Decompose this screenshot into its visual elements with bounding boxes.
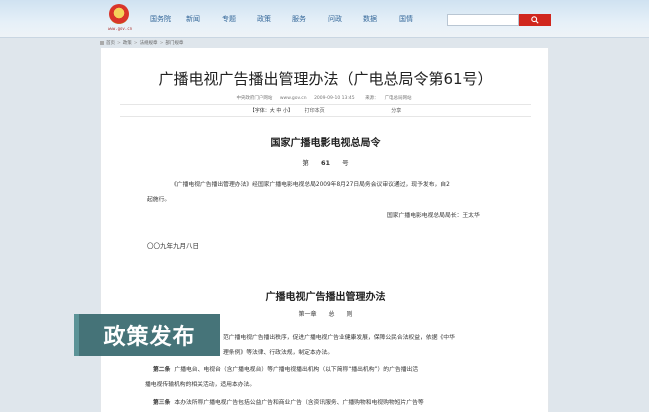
nav-item-national-info[interactable]: 国情: [399, 14, 429, 24]
article-2-label: 第二条: [153, 367, 171, 373]
home-icon: [100, 41, 104, 45]
article-1-line2: 理条例》等法律、行政法规，制定本办法。: [223, 350, 334, 356]
nav-item-services[interactable]: 服务: [292, 14, 328, 24]
decree-suffix: 号: [342, 159, 349, 167]
decree-heading: 国家广播电影电视总局令: [270, 138, 381, 149]
breadcrumb: 首页 > 政策 > 法规规章 > 部门规章: [100, 38, 550, 48]
article-2-line1: 第二条 广播电台、电视台（含广播电视台）等广播电视播出机构（以下简称“播出机构”）…: [153, 364, 418, 376]
breadcrumb-policy[interactable]: 政策: [123, 40, 132, 46]
nav-item-data[interactable]: 数据: [363, 14, 399, 24]
share-link[interactable]: 分享: [391, 108, 401, 114]
nav-item-state-council[interactable]: 国务院: [150, 14, 186, 24]
font-size-control[interactable]: 【字体：大 中 小】: [250, 108, 293, 114]
search-icon: [531, 16, 539, 24]
breadcrumb-home[interactable]: 首页: [106, 40, 115, 46]
main-nav: 国务院 新闻 专题 政策 服务 问政 数据 国情: [150, 14, 429, 24]
article-3-label: 第三条: [153, 400, 171, 406]
article-2-line2: 播电视传输机构的相关活动，适用本办法。: [145, 382, 256, 388]
search-input[interactable]: [447, 14, 519, 26]
nav-item-inquiry[interactable]: 问政: [328, 14, 363, 24]
source-site: 中央政府门户网站: [236, 96, 273, 101]
nav-item-news[interactable]: 新闻: [186, 14, 222, 24]
article-3-line1: 第三条 本办法所称广播电视广告包括公益广告和商业广告（含资讯服务、广播购物和电视购…: [153, 397, 424, 409]
breadcrumb-department-rules[interactable]: 部门规章: [165, 40, 183, 46]
article-1-line1: 范广播电视广告播出秩序，促进广播电视广告业健康发展，保障公民合法权益，依据《中华: [223, 335, 455, 341]
top-header: www.gov.cn 国务院 新闻 专题 政策 服务 问政 数据 国情: [0, 0, 649, 38]
site-tag: www.gov.cn: [107, 26, 133, 31]
search-box: [447, 14, 551, 26]
nav-item-topics[interactable]: 专题: [222, 14, 257, 24]
article-toolbar: 【字体：大 中 小】 打印本页 分享: [101, 107, 550, 114]
paragraph-intro-line1: 《广播电视广告播出管理办法》经国家广播电影电视总局2009年8月27日局务会议审…: [171, 182, 450, 188]
decree-number: 61: [320, 159, 331, 167]
divider: [120, 116, 531, 117]
breadcrumb-separator: >: [159, 40, 164, 46]
article-2-text: 广播电台、电视台（含广播电视台）等广播电视播出机构（以下简称“播出机构”）的广告…: [174, 367, 419, 373]
origin-label: 来源：: [365, 96, 379, 101]
article-3-text: 本办法所称广播电视广告包括公益广告和商业广告（含资讯服务、广播购物和电视购物短片…: [174, 400, 424, 406]
source-url: www.gov.cn: [279, 96, 307, 101]
policy-release-banner: 政策发布: [79, 314, 220, 356]
national-emblem-logo[interactable]: [109, 4, 129, 24]
print-link[interactable]: 打印本页: [305, 108, 325, 114]
signature-line: 国家广播电影电视总局局长：王太华: [387, 213, 480, 219]
breadcrumb-separator: >: [133, 40, 138, 46]
publish-datetime: 2009-09-10 13:45: [314, 96, 355, 101]
article-meta: 中央政府门户网站 www.gov.cn 2009-09-10 13:45 来源：…: [101, 95, 550, 101]
divider: [120, 104, 531, 105]
breadcrumb-separator: >: [117, 40, 121, 46]
date-line: 〇〇九年九月八日: [147, 242, 199, 250]
nav-item-policy[interactable]: 政策: [257, 14, 292, 24]
decree-prefix: 第: [302, 159, 309, 167]
law-heading: 广播电视广告播出管理办法: [265, 292, 386, 303]
article-title: 广播电视广告播出管理办法（广电总局令第61号）: [158, 70, 493, 88]
breadcrumb-regulations[interactable]: 法规规章: [140, 40, 158, 46]
origin-name: 广电总局网站: [384, 96, 412, 101]
search-button[interactable]: [519, 14, 551, 26]
paragraph-intro-line2: 起施行。: [147, 197, 171, 203]
article-card: 广播电视广告播出管理办法（广电总局令第61号） 中央政府门户网站 www.gov…: [100, 48, 549, 412]
decree-number-line: 第 61 号: [101, 157, 550, 167]
banner-label: 政策发布: [103, 325, 196, 350]
